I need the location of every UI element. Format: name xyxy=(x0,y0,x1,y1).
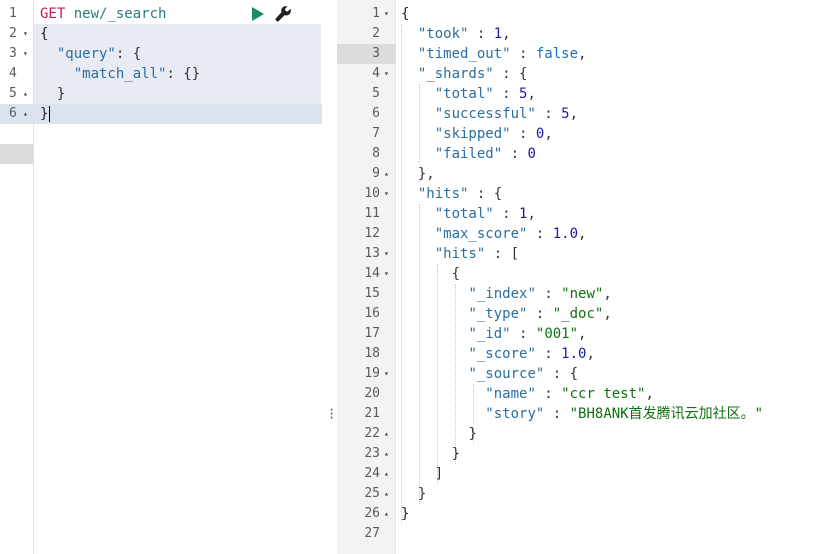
response-line: 18 "_score" : 1.0, xyxy=(364,346,595,362)
response-line: 2 "took" : 1, xyxy=(372,26,511,42)
request-line-4[interactable]: 4 "match_all": {} xyxy=(0,64,322,84)
response-line: 5 "total" : 5, xyxy=(372,86,536,102)
response-line: 20 "name" : "ccr test", xyxy=(364,386,654,402)
response-line: 11 "total" : 1, xyxy=(364,206,536,222)
fold-toggle-icon[interactable]: ▴ xyxy=(384,504,389,524)
response-line: 15 "_index" : "new", xyxy=(364,286,612,302)
response-line: 22 ▴ } xyxy=(364,424,477,444)
fold-toggle-icon[interactable]: ▴ xyxy=(384,464,389,484)
response-line: 27 xyxy=(364,526,380,541)
text-cursor xyxy=(49,106,51,122)
response-lines: 1 ▾ { 2 "took" : 1, 3 "timed_out" : false… xyxy=(337,4,832,544)
response-line: 1 ▾ { xyxy=(337,4,832,64)
request-line-2[interactable]: 2 ▾ { xyxy=(0,24,322,44)
fold-toggle-icon[interactable]: ▾ xyxy=(384,244,389,264)
response-line: 10 ▾ "hits" : { xyxy=(364,184,503,204)
wrench-icon[interactable] xyxy=(274,5,292,23)
response-line: 4 ▾ "_shards" : { xyxy=(372,64,528,84)
response-line: 8 "failed" : 0 xyxy=(372,146,536,162)
response-line: 24 ▴ ] xyxy=(364,464,444,484)
request-url: new/_search xyxy=(73,6,167,22)
fold-toggle-icon[interactable]: ▾ xyxy=(23,24,28,44)
fold-toggle-icon[interactable]: ▴ xyxy=(384,484,389,504)
fold-toggle-icon[interactable]: ▾ xyxy=(384,64,389,84)
response-line: 9 ▴ }, xyxy=(372,164,435,184)
response-line: 25 ▴ } xyxy=(364,484,427,504)
response-line: 6 "successful" : 5, xyxy=(372,106,579,122)
request-actions xyxy=(252,4,292,24)
fold-toggle-icon[interactable]: ▾ xyxy=(384,264,389,284)
response-line: 7 "skipped" : 0, xyxy=(372,126,553,142)
fold-toggle-icon[interactable]: ▴ xyxy=(23,104,28,124)
pane-splitter[interactable]: · · · xyxy=(323,0,337,554)
fold-toggle-icon[interactable]: ▴ xyxy=(384,444,389,464)
response-line: 21 "story" : "BH8ANK首发腾讯云加社区。" xyxy=(364,406,764,422)
response-line: 17 "_id" : "001", xyxy=(364,326,587,342)
response-line: 3 "timed_out" : false, xyxy=(372,46,587,62)
response-line: 16 "_type" : "_doc", xyxy=(364,306,612,322)
fold-toggle-icon[interactable]: ▴ xyxy=(384,424,389,444)
response-line: 14 ▾ { xyxy=(364,264,461,284)
fold-toggle-icon[interactable]: ▴ xyxy=(23,84,28,104)
fold-toggle-icon[interactable]: ▾ xyxy=(384,184,389,204)
response-line: 19 ▾ "_source" : { xyxy=(364,364,579,384)
fold-toggle-icon[interactable]: ▾ xyxy=(23,44,28,64)
request-line-6[interactable]: 6 ▴ } xyxy=(0,104,322,164)
response-line: 23 ▴ } xyxy=(364,444,461,464)
play-icon[interactable] xyxy=(252,7,264,21)
request-line-5[interactable]: 5 ▴ } xyxy=(0,84,322,104)
fold-toggle-icon[interactable]: ▴ xyxy=(384,164,389,184)
response-line: 26 ▴ } xyxy=(364,504,410,524)
request-line-3[interactable]: 3 ▾ "query": { xyxy=(0,44,322,64)
fold-toggle-icon[interactable]: ▾ xyxy=(384,364,389,384)
request-editor[interactable]: 1 GET new/_search 2 ▾ { 3 ▾ "query": { 4 "… xyxy=(0,0,322,554)
response-line: 12 "max_score" : 1.0, xyxy=(364,226,587,242)
fold-toggle-icon[interactable]: ▾ xyxy=(384,4,389,24)
vertical-dots-icon[interactable]: · · · xyxy=(328,404,335,424)
response-viewer[interactable]: 1 ▾ { 2 "took" : 1, 3 "timed_out" : false… xyxy=(337,0,832,554)
http-method: GET xyxy=(40,6,66,22)
response-line: 13 ▾ "hits" : [ xyxy=(364,244,520,264)
